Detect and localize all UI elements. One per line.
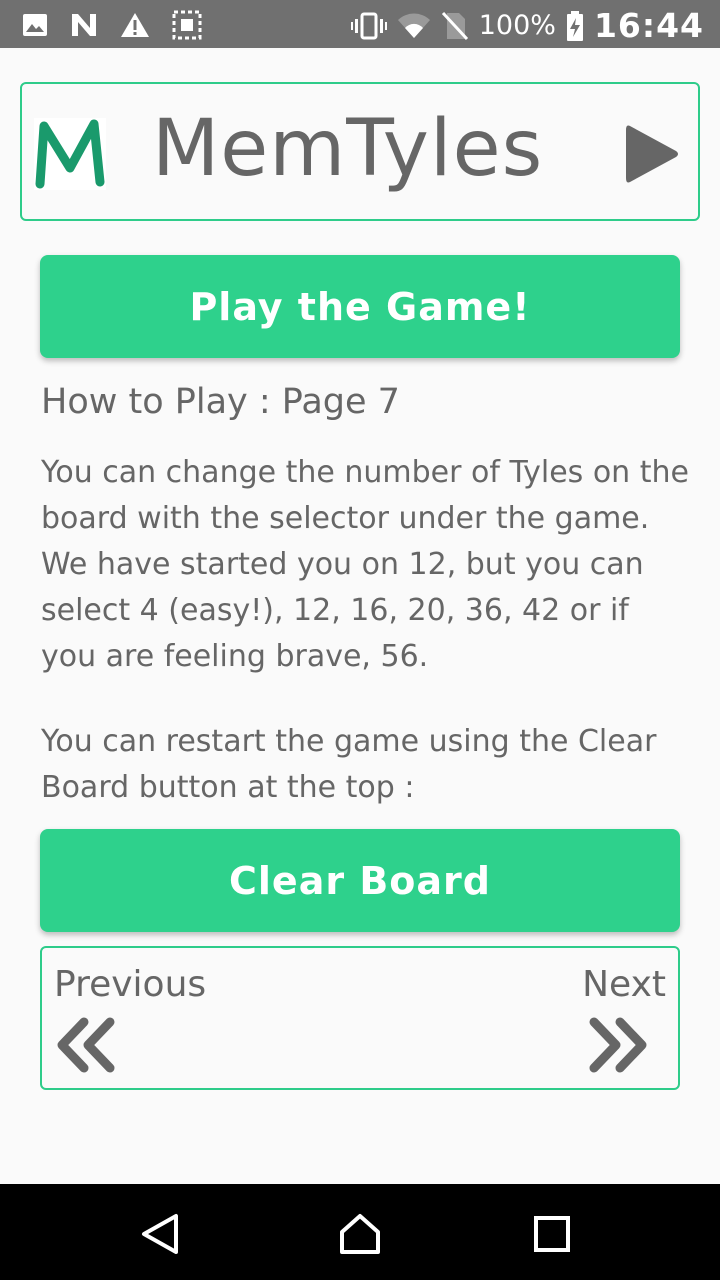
next-button[interactable]: Next bbox=[582, 964, 666, 1005]
pager-card: Previous Next bbox=[40, 946, 680, 1090]
no-sim-icon bbox=[441, 11, 468, 40]
battery-percent: 100% bbox=[478, 10, 556, 41]
previous-button[interactable]: Previous bbox=[54, 964, 206, 1005]
clear-board-button[interactable]: Clear Board bbox=[40, 829, 680, 932]
app-logo bbox=[34, 118, 106, 190]
double-chevron-left-icon[interactable] bbox=[54, 1016, 118, 1074]
warning-icon bbox=[121, 13, 149, 37]
instructions-paragraph: You can restart the game using the Clear… bbox=[41, 724, 657, 805]
app-title: MemTyles bbox=[152, 104, 544, 194]
status-bar: 100% 16:44 bbox=[0, 0, 720, 48]
instructions-paragraph: You can change the number of Tyles on th… bbox=[41, 455, 689, 674]
double-chevron-right-icon[interactable] bbox=[586, 1016, 650, 1074]
battery-charging-icon bbox=[566, 10, 583, 41]
play-game-button[interactable]: Play the Game! bbox=[40, 255, 680, 358]
recents-icon[interactable] bbox=[530, 1212, 574, 1256]
wifi-icon bbox=[397, 13, 430, 38]
image-icon bbox=[23, 14, 47, 36]
system-nav-bar bbox=[0, 1184, 720, 1280]
home-icon[interactable] bbox=[338, 1212, 382, 1256]
clock: 16:44 bbox=[593, 6, 704, 45]
n-icon bbox=[72, 14, 96, 36]
back-icon[interactable] bbox=[138, 1212, 182, 1256]
vibrate-icon bbox=[350, 12, 387, 39]
header-card: MemTyles bbox=[20, 82, 700, 221]
play-icon[interactable] bbox=[624, 122, 680, 186]
page-title: How to Play : Page 7 bbox=[41, 382, 400, 422]
screenshot-icon bbox=[172, 10, 202, 40]
